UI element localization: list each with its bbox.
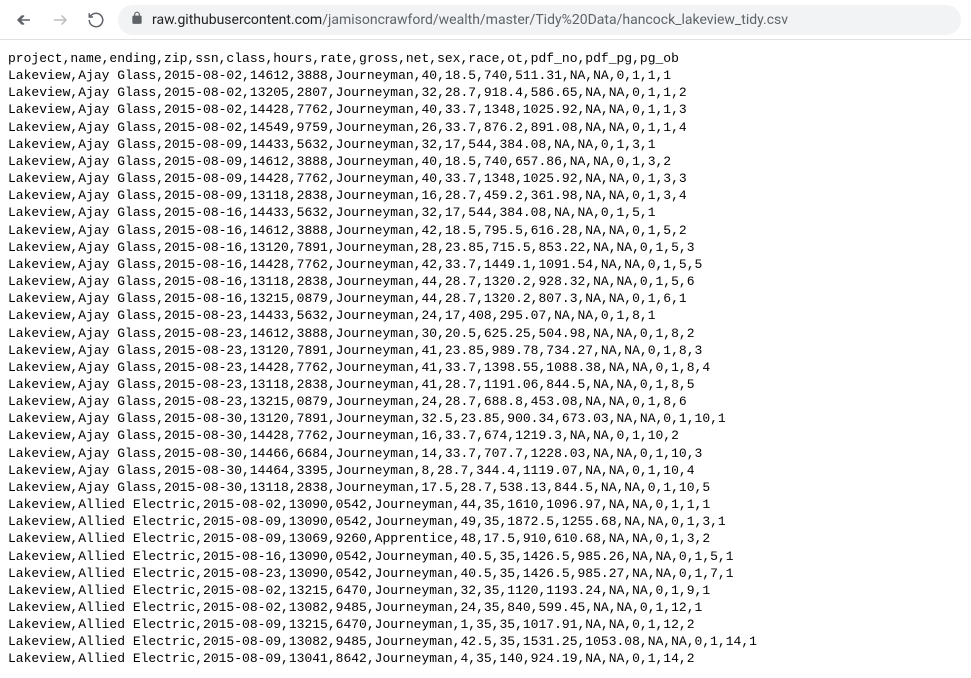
address-bar[interactable]: raw.githubusercontent.com/jamisoncrawfor… [118,5,961,35]
url-path: /jamisoncrawford/wealth/master/Tidy%20Da… [322,12,788,28]
url-text: raw.githubusercontent.com/jamisoncrawfor… [152,12,788,28]
arrow-left-icon [15,11,33,29]
arrow-right-icon [51,11,69,29]
back-button[interactable] [10,6,38,34]
reload-icon [87,11,105,29]
lock-icon [130,11,144,29]
csv-content: project,name,ending,zip,ssn,class,hours,… [0,40,971,678]
url-host: raw.githubusercontent.com [152,12,322,28]
forward-button[interactable] [46,6,74,34]
reload-button[interactable] [82,6,110,34]
browser-toolbar: raw.githubusercontent.com/jamisoncrawfor… [0,0,971,40]
